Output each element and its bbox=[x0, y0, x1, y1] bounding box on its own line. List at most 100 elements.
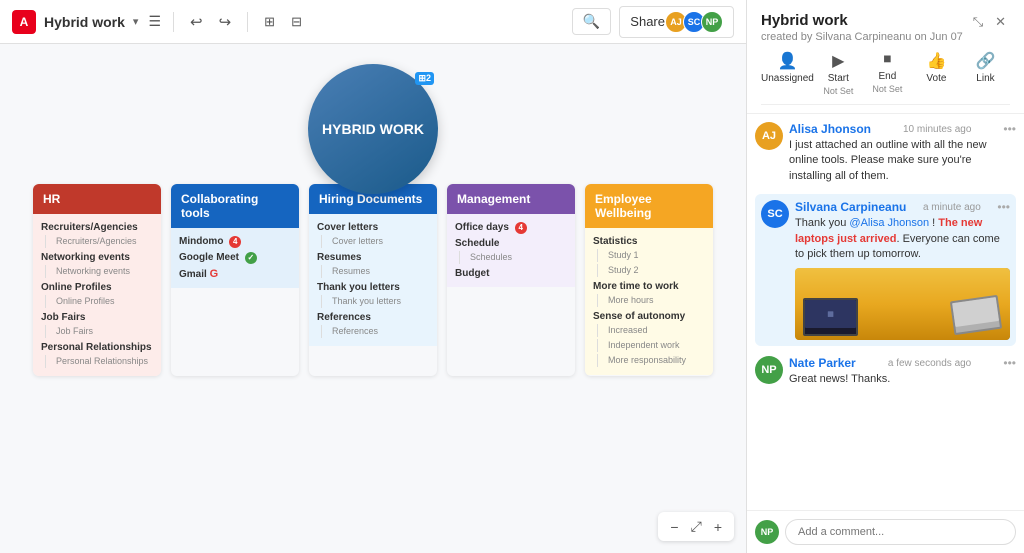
list-item: Gmail G bbox=[179, 266, 291, 282]
list-item: Networking events bbox=[41, 250, 153, 265]
panel-header: Hybrid work created by Silvana Carpinean… bbox=[747, 0, 1024, 114]
layout-button[interactable]: ⊟ bbox=[287, 10, 306, 34]
share-button[interactable]: Share AJ SC NP bbox=[619, 6, 734, 38]
meta-end[interactable]: ⏹ End Not Set bbox=[863, 51, 912, 96]
meta-vote[interactable]: 👍 Vote bbox=[912, 51, 961, 96]
list-item: Cover letters bbox=[317, 220, 429, 235]
list-item: Networking events bbox=[45, 265, 153, 278]
branch-emp-header: Employee Wellbeing bbox=[585, 184, 713, 228]
badge-red-mgmt: 4 bbox=[515, 222, 527, 234]
list-item: Sense of autonomy bbox=[593, 309, 705, 324]
center-node-badge: ⊞2 bbox=[415, 72, 434, 85]
list-item: Thank you letters bbox=[321, 295, 429, 308]
avatar-3: NP bbox=[701, 11, 723, 33]
list-item: References bbox=[317, 310, 429, 325]
panel-close-button[interactable]: ✕ bbox=[991, 12, 1010, 32]
meta-link[interactable]: 🔗 Link bbox=[961, 51, 1010, 96]
list-item: Recruiters/Agencies bbox=[45, 235, 153, 248]
badge-red: 4 bbox=[229, 236, 241, 248]
comment-text: I just attached an outline with all the … bbox=[789, 138, 1016, 184]
meta-start[interactable]: ▶ Start Not Set bbox=[814, 51, 863, 96]
share-label: Share bbox=[630, 14, 665, 29]
mention: @Alisa Jhonson bbox=[849, 217, 929, 229]
comment-time: a minute ago bbox=[923, 202, 981, 213]
list-item: Online Profiles bbox=[45, 295, 153, 308]
panel-subtitle: created by Silvana Carpineanu on Jun 07 bbox=[761, 31, 963, 43]
list-item: Schedules bbox=[459, 251, 567, 264]
redo-button[interactable]: ↪ bbox=[215, 9, 236, 35]
branch-hr-header: HR bbox=[33, 184, 161, 214]
comment-author: Nate Parker bbox=[789, 356, 856, 370]
canvas-area: A Hybrid work ▾ ☰ ↩ ↪ ⊞ ⊟ 🔍 Share AJ SC … bbox=[0, 0, 746, 553]
comment-image: ▦ bbox=[795, 268, 1010, 340]
avatar: AJ bbox=[755, 122, 783, 150]
gmail-g: G bbox=[210, 268, 219, 280]
center-node[interactable]: HYBRID WORK ⊞2 bbox=[308, 64, 438, 194]
comments-list: AJ Alisa Jhonson 10 minutes ago ••• I ju… bbox=[747, 114, 1024, 510]
title-chevron-icon[interactable]: ▾ bbox=[133, 15, 139, 28]
list-item: Budget bbox=[455, 266, 567, 281]
zoom-out-button[interactable]: − bbox=[666, 517, 682, 537]
list-item: Cover letters bbox=[321, 235, 429, 248]
comment-item: SC Silvana Carpineanu a minute ago ••• T… bbox=[755, 194, 1016, 346]
branch-hr[interactable]: HR Recruiters/Agencies Recruiters/Agenci… bbox=[33, 184, 161, 376]
branch-hr-body: Recruiters/Agencies Recruiters/Agencies … bbox=[33, 214, 161, 376]
toolbar-separator bbox=[173, 12, 174, 32]
list-item: Job Fairs bbox=[45, 325, 153, 338]
comment-time: 10 minutes ago bbox=[903, 124, 971, 135]
meta-label: Vote bbox=[926, 73, 946, 84]
comment-menu-button[interactable]: ••• bbox=[1003, 122, 1016, 136]
list-item: Study 1 bbox=[597, 249, 705, 262]
comment-item: AJ Alisa Jhonson 10 minutes ago ••• I ju… bbox=[755, 122, 1016, 184]
meta-unassigned[interactable]: 👤 Unassigned bbox=[761, 51, 814, 96]
mindmap-canvas: HYBRID WORK ⊞2 HR Recruiters/Agencies Re… bbox=[0, 44, 746, 553]
laptop-left: ▦ bbox=[803, 298, 858, 336]
menu-icon[interactable]: ☰ bbox=[148, 13, 161, 30]
branch-mgmt[interactable]: Management Office days 4 Schedule Schedu… bbox=[447, 184, 575, 376]
vote-icon: 👍 bbox=[926, 51, 946, 71]
zoom-in-button[interactable]: + bbox=[710, 517, 726, 537]
branch-hiring[interactable]: Hiring Documents Cover letters Cover let… bbox=[309, 184, 437, 376]
list-item: Resumes bbox=[317, 250, 429, 265]
branch-collab[interactable]: Collaborating tools Mindomo 4 Google Mee… bbox=[171, 184, 299, 376]
list-item: Google Meet ✓ bbox=[179, 250, 291, 266]
meta-label: Start bbox=[828, 73, 849, 84]
add-comment-area: NP bbox=[747, 510, 1024, 553]
list-item: Statistics bbox=[593, 234, 705, 249]
add-node-button[interactable]: ⊞ bbox=[260, 10, 279, 34]
meta-label: End bbox=[878, 71, 896, 82]
list-item: Study 2 bbox=[597, 264, 705, 277]
toolbar: A Hybrid work ▾ ☰ ↩ ↪ ⊞ ⊟ 🔍 Share AJ SC … bbox=[0, 0, 746, 44]
search-button[interactable]: 🔍 bbox=[572, 8, 611, 35]
list-item: References bbox=[321, 325, 429, 338]
list-item: Independent work bbox=[597, 339, 705, 352]
comment-input[interactable] bbox=[785, 519, 1016, 545]
list-item: Personal Relationships bbox=[41, 340, 153, 355]
app-logo: A bbox=[12, 10, 36, 34]
comment-author: Silvana Carpineanu bbox=[795, 200, 906, 214]
meta-value: Not Set bbox=[823, 86, 853, 96]
undo-button[interactable]: ↩ bbox=[186, 9, 207, 35]
app-title: Hybrid work bbox=[44, 14, 125, 30]
list-item: Office days 4 bbox=[455, 220, 567, 236]
comment-menu-button[interactable]: ••• bbox=[1003, 356, 1016, 370]
list-item: Recruiters/Agencies bbox=[41, 220, 153, 235]
branch-mgmt-body: Office days 4 Schedule Schedules Budget bbox=[447, 214, 575, 287]
comment-content: Nate Parker a few seconds ago ••• Great … bbox=[789, 356, 1016, 387]
avatar: SC bbox=[761, 200, 789, 228]
end-icon: ⏹ bbox=[883, 51, 891, 69]
branch-collab-body: Mindomo 4 Google Meet ✓ Gmail G bbox=[171, 228, 299, 288]
zoom-fit-button[interactable]: ⤢ bbox=[687, 516, 706, 537]
list-item: Increased bbox=[597, 324, 705, 337]
zoom-controls: − ⤢ + bbox=[658, 512, 734, 541]
comment-text: Great news! Thanks. bbox=[789, 372, 1016, 387]
center-node-label: HYBRID WORK bbox=[322, 121, 424, 137]
list-item: Resumes bbox=[321, 265, 429, 278]
badge-green: ✓ bbox=[245, 252, 257, 264]
list-item: More time to work bbox=[593, 279, 705, 294]
panel-expand-button[interactable]: ⤡ bbox=[969, 12, 987, 32]
branch-emp[interactable]: Employee Wellbeing Statistics Study 1 St… bbox=[585, 184, 713, 376]
comment-menu-button[interactable]: ••• bbox=[997, 200, 1010, 214]
meta-value: Not Set bbox=[872, 84, 902, 94]
avatar: NP bbox=[755, 356, 783, 384]
